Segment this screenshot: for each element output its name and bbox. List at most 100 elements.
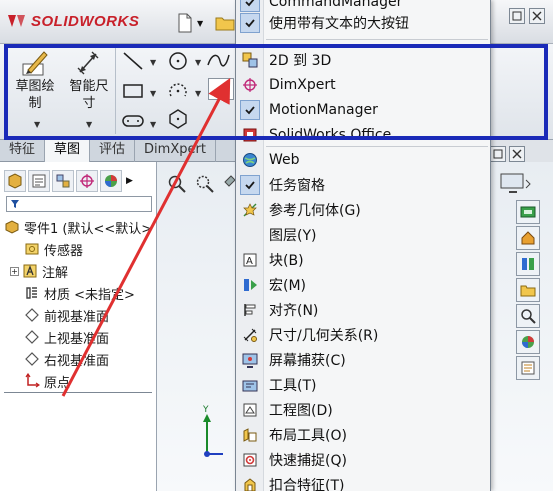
spline-tool-button[interactable] (205, 50, 231, 72)
tree-item-sensors[interactable]: 传感器 (24, 238, 83, 260)
restore-icon (512, 11, 522, 21)
app-logo[interactable]: SOLIDWORKS (6, 12, 139, 30)
tree-item-label: 原点 (44, 375, 71, 391)
menu-item-layers[interactable]: 图层(Y) (236, 222, 490, 247)
menu-item-2d-to-3d[interactable]: 2D 到 3D (236, 47, 490, 72)
command-tabs: 特征 草图 评估 DimXpert (0, 140, 235, 162)
circle-tool-button[interactable] (165, 50, 191, 72)
annotation-icon (22, 263, 38, 279)
zoom-to-fit-icon[interactable] (167, 174, 187, 194)
tree-item-annotations[interactable]: + 注解 (10, 260, 68, 282)
tree-item-material[interactable]: 材质 <未指定> (24, 282, 135, 304)
menu-item-label: CommandManager (269, 0, 403, 10)
smart-dimension-button[interactable]: 智能尺寸 (66, 48, 112, 112)
open-document-button[interactable] (215, 12, 235, 34)
close-window-button[interactable] (529, 8, 545, 24)
configuration-manager-tab[interactable] (52, 170, 74, 192)
fastening-feature-icon (240, 475, 260, 491)
layers-icon (240, 225, 260, 245)
dimxpert-manager-tab[interactable] (76, 170, 98, 192)
menu-item-web[interactable]: Web (236, 147, 490, 172)
menu-item-label: 布局工具(O) (269, 427, 347, 444)
feature-tree-tab[interactable] (4, 170, 26, 192)
menu-item-dimxpert[interactable]: DimXpert (236, 72, 490, 97)
polygon-tool-button[interactable] (165, 108, 191, 130)
menu-item-label: 使用带有文本的大按钮 (269, 15, 409, 32)
menu-item-macro[interactable]: 宏(M) (236, 272, 490, 297)
chevron-down-icon[interactable]: ▼ (86, 120, 92, 129)
chevron-down-icon[interactable]: ▼ (150, 89, 156, 98)
expand-icon[interactable]: + (10, 266, 19, 276)
task-pane-home[interactable] (516, 226, 540, 250)
view-orientation-button[interactable] (499, 172, 533, 198)
circle-icon (169, 52, 187, 70)
line-tool-button[interactable] (120, 50, 146, 72)
task-pane-library[interactable] (516, 252, 540, 276)
menu-item-label: 扣合特征(T) (269, 477, 345, 491)
close-icon (532, 11, 542, 21)
chevron-down-icon[interactable]: ▼ (150, 120, 156, 129)
tab-dimxpert[interactable]: DimXpert (135, 140, 216, 162)
new-document-button[interactable]: ▼ (176, 12, 203, 34)
tab-sketch[interactable]: 草图 (45, 140, 91, 162)
display-manager-tab[interactable] (100, 170, 122, 192)
chevron-down-icon[interactable]: ▼ (195, 58, 201, 67)
tree-item-label: 注解 (42, 265, 69, 281)
menu-item-align[interactable]: 对齐(N) (236, 297, 490, 322)
slot-tool-button[interactable] (120, 110, 146, 132)
tree-filter[interactable] (6, 196, 152, 212)
heads-up-toolbar (167, 174, 237, 194)
menu-item-fastening-features[interactable]: 扣合特征(T) (236, 472, 490, 491)
feature-manager-panel: ▶ 零件1 (默认<<默认> 传感器 + 注解 材质 <未指定> 前视基准面 上… (0, 162, 157, 491)
rectangle-icon (123, 84, 143, 98)
menu-item-dimensions-relations[interactable]: 尺寸/几何关系(R) (236, 322, 490, 347)
task-pane-custom-properties[interactable] (516, 356, 540, 380)
menu-item-large-buttons-with-text[interactable]: 使用带有文本的大按钮 (236, 10, 490, 35)
rectangle-tool-button[interactable] (120, 80, 146, 102)
menu-item-solidworks-office[interactable]: SolidWorks Office (236, 122, 490, 147)
tab-evaluate[interactable]: 评估 (90, 140, 136, 162)
property-manager-tab[interactable] (28, 170, 50, 192)
menu-item-reference-geometry[interactable]: 参考几何体(G) (236, 197, 490, 222)
close-panel-button[interactable] (509, 146, 525, 162)
chevron-down-icon[interactable]: ▼ (195, 89, 201, 98)
restore-panel-button[interactable] (490, 146, 506, 162)
menu-item-layout-tools[interactable]: 布局工具(O) (236, 422, 490, 447)
block-icon: A (240, 250, 260, 270)
task-pane-appearances[interactable] (516, 330, 540, 354)
new-document-icon (178, 13, 192, 33)
menu-item-motionmanager[interactable]: MotionManager (236, 97, 490, 122)
tools-icon (240, 375, 260, 395)
task-pane-resources[interactable] (516, 200, 540, 224)
chevron-down-icon[interactable]: ▼ (34, 120, 40, 129)
menu-item-screen-capture[interactable]: 屏幕捕获(C) (236, 347, 490, 372)
menu-item-tools[interactable]: 工具(T) (236, 372, 490, 397)
task-pane-file-explorer[interactable] (516, 278, 540, 302)
restore-window-button[interactable] (509, 8, 525, 24)
tree-item-origin[interactable]: 原点 (24, 370, 70, 392)
sketch-label: 草图绘制 (15, 79, 55, 111)
graphics-area[interactable]: Y (157, 162, 237, 491)
tree-item-right-plane[interactable]: 右视基准面 (24, 348, 109, 370)
menu-item-label: MotionManager (269, 101, 378, 118)
trim-tool-button[interactable] (208, 78, 234, 100)
menu-item-drawing[interactable]: 工程图(D) (236, 397, 490, 422)
layout-tools-icon (240, 425, 260, 445)
task-pane-search[interactable] (516, 304, 540, 328)
zoom-area-icon[interactable] (195, 174, 215, 194)
menu-item-label: 屏幕捕获(C) (269, 352, 346, 369)
menu-item-blocks[interactable]: A 块(B) (236, 247, 490, 272)
2d-to-3d-icon (240, 50, 260, 70)
menu-item-label: 参考几何体(G) (269, 202, 361, 219)
arc-tool-button[interactable] (165, 80, 191, 102)
chevron-down-icon[interactable]: ▼ (150, 58, 156, 67)
menu-item-quick-snaps[interactable]: 快速捕捉(Q) (236, 447, 490, 472)
tree-root-part[interactable]: 零件1 (默认<<默认> (4, 216, 152, 238)
chevron-right-icon[interactable]: ▶ (126, 170, 133, 192)
menu-item-task-pane[interactable]: 任务窗格 (236, 172, 490, 197)
tab-features[interactable]: 特征 (0, 140, 46, 162)
search-icon (521, 309, 536, 324)
tree-item-top-plane[interactable]: 上视基准面 (24, 326, 109, 348)
sketch-button[interactable]: 草图绘制 (12, 48, 58, 112)
tree-item-front-plane[interactable]: 前视基准面 (24, 304, 109, 326)
